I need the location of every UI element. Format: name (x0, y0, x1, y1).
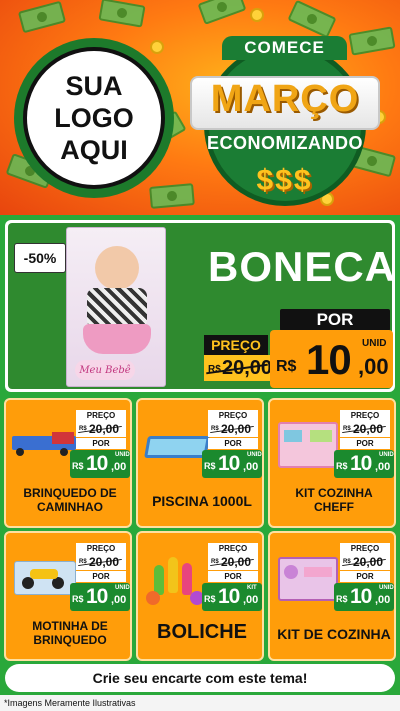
product-name: MOTINHA DE BRINQUEDO (32, 619, 108, 647)
new-price-label: POR (280, 309, 390, 331)
product-name: PISCINA 1000L (152, 493, 252, 509)
old-price-label: PREÇO (208, 543, 258, 554)
new-price: R$ 10,00 UNID (202, 450, 262, 478)
logo-text: AQUI (60, 135, 128, 165)
logo-placeholder: SUA LOGO AQUI (14, 38, 174, 198)
kitchen-set-image (276, 547, 342, 605)
old-price: R$20,00 (340, 421, 390, 437)
old-price-label: PREÇO (208, 410, 258, 421)
new-price-label: POR (76, 438, 126, 449)
old-price: R$ 20,00 (204, 355, 272, 381)
featured-title: BONECA (208, 243, 397, 290)
product-card[interactable]: PREÇO R$20,00 POR R$10,00UNID PISCINA 10… (136, 398, 264, 528)
logo-text: SUA (65, 71, 123, 101)
new-price: R$ 10 ,00 UNID (270, 330, 393, 388)
truck-toy-image (12, 414, 78, 472)
money-bill-icon (197, 0, 247, 25)
money-bill-icon (98, 0, 146, 28)
product-name: BOLICHE (157, 621, 247, 643)
motorcycle-toy-image (12, 547, 78, 605)
footer-disclaimer: *Imagens Meramente Ilustrativas (0, 695, 400, 711)
old-price-label: PREÇO (76, 543, 126, 554)
old-price: R$20,00 (76, 554, 126, 570)
new-price-label: POR (208, 438, 258, 449)
product-name: KIT DE COZINHA (277, 626, 391, 642)
new-price: R$ 10,00 UNID (334, 583, 394, 611)
pool-image (144, 414, 210, 472)
dollar-signs: $$$ (256, 164, 313, 197)
cta-banner[interactable]: Crie seu encarte com este tema! (5, 664, 395, 692)
new-price: R$ 10,00 UNID (70, 583, 130, 611)
coin-icon (250, 8, 264, 22)
old-price-label: PREÇO (340, 543, 390, 554)
new-price-label: POR (76, 571, 126, 582)
campaign-title: MARÇO (210, 78, 360, 120)
product-card[interactable]: PREÇO R$20,00 POR R$10,00KIT BOLICHE (136, 531, 264, 661)
old-price-label: PREÇO (204, 335, 268, 355)
product-card[interactable]: PREÇO R$20,00 POR R$10,00UNID KIT DE COZ… (268, 531, 396, 661)
old-price: R$20,00 (208, 554, 258, 570)
money-bill-icon (17, 0, 67, 34)
campaign-badge: COMECE MARÇO ECONOMIZANDO $$$ (182, 30, 387, 210)
campaign-subtitle: ECONOMIZANDO (207, 133, 363, 153)
new-price: R$ 10,00 UNID (70, 450, 130, 478)
logo-text: LOGO (54, 103, 134, 133)
header: SUA LOGO AQUI COMECE MARÇO ECONOMIZANDO … (0, 0, 400, 215)
bowling-toy-image (144, 547, 210, 605)
new-price: R$ 10,00 UNID (334, 450, 394, 478)
product-card[interactable]: PREÇO R$20,00 POR R$10,00UNID KIT COZINH… (268, 398, 396, 528)
old-price-label: PREÇO (76, 410, 126, 421)
old-price: R$20,00 (208, 421, 258, 437)
featured-product[interactable]: Meu Bebê -50% BONECA PREÇO R$ 20,00 POR … (5, 220, 395, 392)
old-price-label: PREÇO (340, 410, 390, 421)
doll-image: Meu Bebê (66, 227, 166, 387)
new-price-label: POR (208, 571, 258, 582)
product-name: KIT COZINHA CHEFF (295, 486, 373, 514)
discount-badge: -50% (14, 243, 66, 273)
old-price: R$20,00 (76, 421, 126, 437)
new-price: R$ 10,00 KIT (202, 583, 262, 611)
product-card[interactable]: PREÇO R$20,00 POR R$10,00UNID MOTINHA DE… (4, 531, 132, 661)
new-price-label: POR (340, 571, 390, 582)
old-price: R$20,00 (340, 554, 390, 570)
product-name: BRINQUEDO DE CAMINHAO (23, 486, 117, 514)
product-card[interactable]: PREÇO R$20,00 POR R$10,00UNID BRINQUEDO … (4, 398, 132, 528)
coin-icon (150, 40, 164, 54)
campaign-top-text: COMECE (222, 36, 347, 60)
new-price-label: POR (340, 438, 390, 449)
kitchen-toy-image (276, 414, 342, 472)
product-brand: Meu Bebê (75, 360, 135, 380)
